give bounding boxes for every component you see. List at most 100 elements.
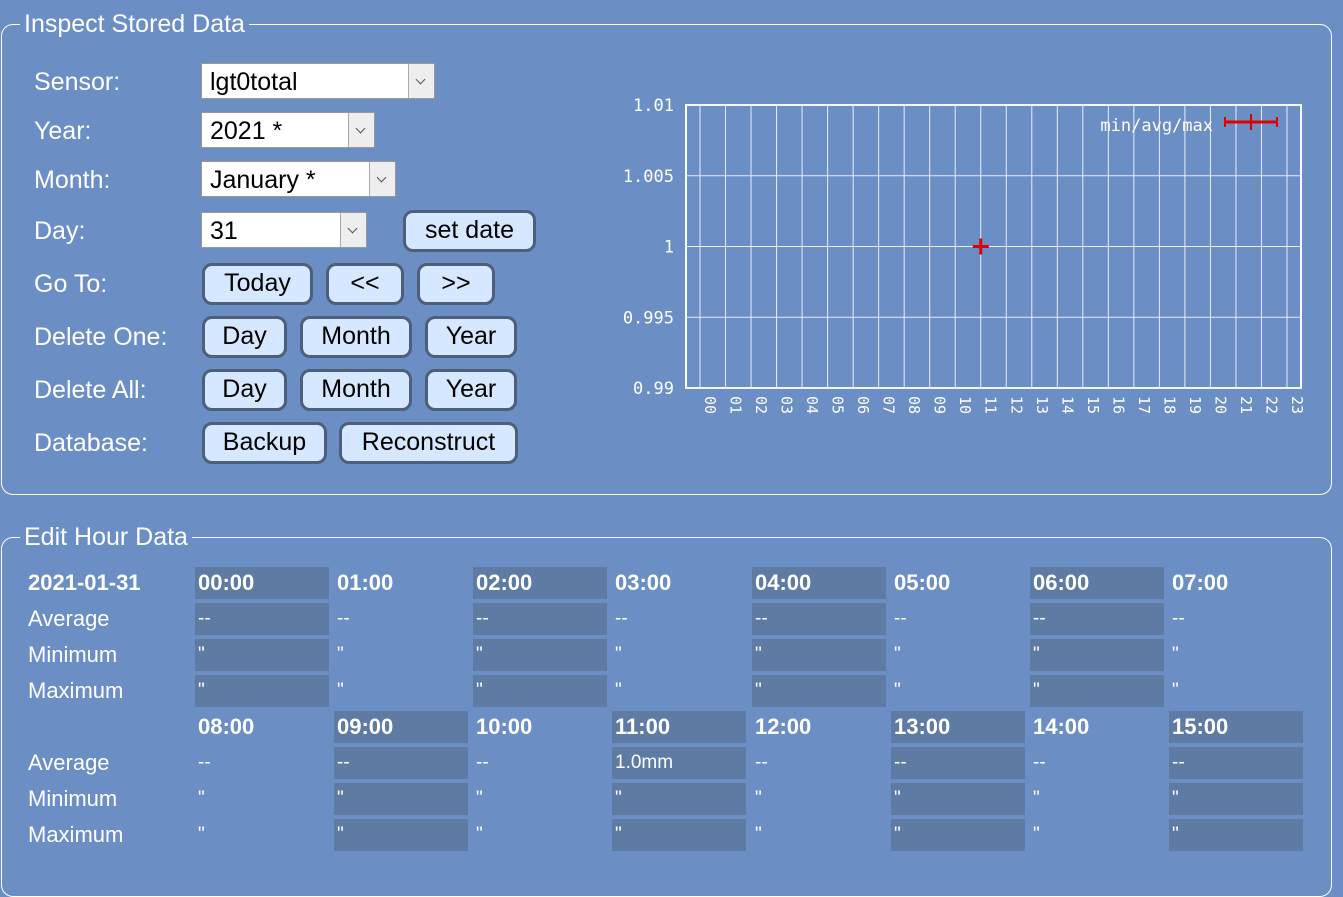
- hour-minimum-field[interactable]: ": [195, 783, 329, 815]
- x-tick-label: 19: [1186, 396, 1204, 414]
- hour-header: 04:00: [752, 567, 886, 599]
- hour-minimum-field[interactable]: ": [752, 783, 886, 815]
- x-tick-label: 17: [1135, 396, 1153, 414]
- hour-average-field[interactable]: --: [752, 603, 886, 635]
- next-button[interactable]: >>: [417, 263, 495, 305]
- hour-minimum-field[interactable]: ": [1169, 783, 1303, 815]
- hour-minimum-field[interactable]: ": [1030, 639, 1164, 671]
- hour-header: 07:00: [1172, 570, 1229, 595]
- delete-one-month-button[interactable]: Month: [300, 316, 412, 358]
- hour-average-field[interactable]: --: [195, 747, 329, 779]
- x-tick-label: 16: [1109, 396, 1127, 414]
- goto-label: Go To:: [34, 270, 108, 298]
- day-select[interactable]: 31: [201, 212, 367, 248]
- x-tick-label: 21: [1237, 396, 1255, 414]
- y-tick-label: 1.005: [623, 167, 674, 187]
- hour-maximum-field[interactable]: ": [1169, 675, 1303, 707]
- hour-date-label: 2021-01-31: [28, 570, 141, 595]
- hour-average-field[interactable]: --: [334, 747, 468, 779]
- hour-maximum-field[interactable]: ": [891, 819, 1025, 851]
- hour-maximum-field[interactable]: ": [1169, 819, 1303, 851]
- hour-maximum-field[interactable]: ": [891, 675, 1025, 707]
- hour-header: 03:00: [615, 570, 672, 595]
- hour-minimum-field[interactable]: ": [473, 639, 607, 671]
- x-tick-label: 09: [931, 396, 949, 414]
- hour-average-field[interactable]: --: [891, 603, 1025, 635]
- month-select[interactable]: January *: [201, 161, 396, 197]
- hour-average-field[interactable]: --: [1169, 603, 1303, 635]
- year-label: Year:: [34, 117, 92, 145]
- row-label-average: Average: [28, 750, 110, 775]
- legend-label: min/avg/max: [1100, 116, 1213, 136]
- hour-maximum-field[interactable]: ": [195, 675, 329, 707]
- x-tick-label: 22: [1262, 396, 1280, 414]
- delete-all-month-button[interactable]: Month: [300, 369, 412, 411]
- x-tick-label: 03: [778, 396, 796, 414]
- hour-average-field[interactable]: --: [1030, 603, 1164, 635]
- hour-maximum-field[interactable]: ": [1030, 819, 1164, 851]
- x-tick-label: 15: [1084, 396, 1102, 414]
- hour-average-field[interactable]: --: [1030, 747, 1164, 779]
- x-tick-label: 12: [1007, 396, 1025, 414]
- year-select[interactable]: 2021 *: [201, 112, 375, 148]
- hour-header: 10:00: [476, 714, 533, 739]
- x-tick-label: 10: [956, 396, 974, 414]
- hour-header: 12:00: [755, 714, 812, 739]
- hour-maximum-field[interactable]: ": [752, 819, 886, 851]
- hour-minimum-field[interactable]: ": [334, 639, 468, 671]
- hour-maximum-field[interactable]: ": [473, 819, 607, 851]
- hour-header: 00:00: [195, 567, 329, 599]
- hour-average-field[interactable]: --: [891, 747, 1025, 779]
- hour-minimum-field[interactable]: ": [195, 639, 329, 671]
- x-tick-label: 20: [1211, 396, 1229, 414]
- x-tick-label: 13: [1033, 396, 1051, 414]
- delete-one-year-button[interactable]: Year: [425, 316, 517, 358]
- hour-maximum-field[interactable]: ": [195, 819, 329, 851]
- hour-minimum-field[interactable]: ": [891, 783, 1025, 815]
- delete-all-day-button[interactable]: Day: [202, 369, 287, 411]
- hour-minimum-field[interactable]: ": [612, 783, 746, 815]
- x-tick-label: 07: [880, 396, 898, 414]
- row-label-average: Average: [28, 606, 110, 631]
- backup-button[interactable]: Backup: [202, 422, 327, 464]
- hour-maximum-field[interactable]: ": [612, 675, 746, 707]
- month-select-value: January *: [210, 166, 316, 194]
- x-tick-label: 06: [854, 396, 872, 414]
- hour-minimum-field[interactable]: ": [752, 639, 886, 671]
- hour-minimum-field[interactable]: ": [612, 639, 746, 671]
- hour-average-field[interactable]: --: [473, 747, 607, 779]
- hour-average-field[interactable]: --: [1169, 747, 1303, 779]
- hour-maximum-field[interactable]: ": [752, 675, 886, 707]
- hour-average-field[interactable]: 1.0mm: [612, 747, 746, 779]
- sensor-select[interactable]: lgt0total: [201, 63, 435, 99]
- hour-average-field[interactable]: --: [473, 603, 607, 635]
- hour-minimum-field[interactable]: ": [891, 639, 1025, 671]
- x-tick-label: 00: [701, 396, 719, 414]
- hour-average-field[interactable]: --: [752, 747, 886, 779]
- delete-all-year-button[interactable]: Year: [425, 369, 517, 411]
- prev-button[interactable]: <<: [326, 263, 404, 305]
- reconstruct-button[interactable]: Reconstruct: [339, 422, 518, 464]
- delete-one-label: Delete One:: [34, 323, 168, 351]
- hour-minimum-field[interactable]: ": [334, 783, 468, 815]
- hour-minimum-field[interactable]: ": [1030, 783, 1164, 815]
- chevron-down-icon: [348, 113, 374, 147]
- hour-header: 13:00: [891, 711, 1025, 743]
- hour-maximum-field[interactable]: ": [612, 819, 746, 851]
- x-tick-label: 02: [752, 396, 770, 414]
- hour-maximum-field[interactable]: ": [473, 675, 607, 707]
- hour-maximum-field[interactable]: ": [334, 675, 468, 707]
- delete-one-day-button[interactable]: Day: [202, 316, 287, 358]
- hour-average-field[interactable]: --: [195, 603, 329, 635]
- hour-maximum-field[interactable]: ": [1030, 675, 1164, 707]
- hour-maximum-field[interactable]: ": [334, 819, 468, 851]
- hour-minimum-field[interactable]: ": [473, 783, 607, 815]
- day-select-value: 31: [210, 217, 238, 245]
- hour-header: 15:00: [1169, 711, 1303, 743]
- month-label: Month:: [34, 166, 111, 194]
- hour-average-field[interactable]: --: [612, 603, 746, 635]
- set-date-button[interactable]: set date: [403, 210, 536, 252]
- hour-average-field[interactable]: --: [334, 603, 468, 635]
- today-button[interactable]: Today: [202, 263, 313, 305]
- hour-minimum-field[interactable]: ": [1169, 639, 1303, 671]
